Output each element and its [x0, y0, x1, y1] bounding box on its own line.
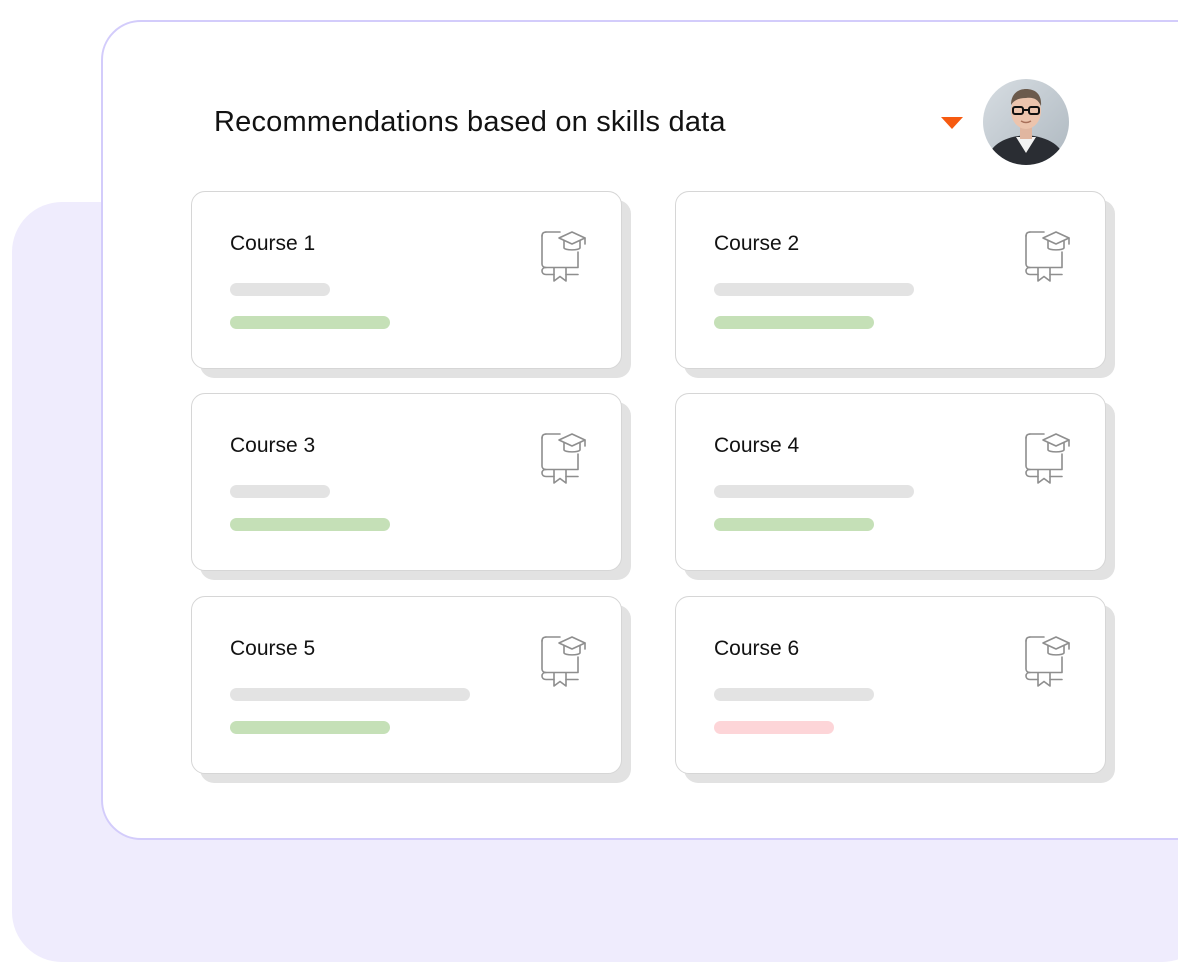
- certificate-graduation-icon: [540, 228, 590, 282]
- course-placeholder-bar: [714, 283, 914, 296]
- course-placeholder-bar: [714, 485, 914, 498]
- course-placeholder-bar: [230, 688, 470, 701]
- certificate-graduation-icon: [540, 633, 590, 687]
- course-card[interactable]: Course 4: [675, 393, 1106, 571]
- course-match-bar: [230, 721, 390, 734]
- certificate-graduation-icon: [540, 430, 590, 484]
- course-placeholder-bar: [230, 485, 330, 498]
- certificate-graduation-icon: [1024, 633, 1074, 687]
- user-avatar[interactable]: [983, 79, 1069, 165]
- course-match-bar: [230, 518, 390, 531]
- course-match-bar: [714, 518, 874, 531]
- course-title: Course 2: [714, 232, 800, 255]
- course-card[interactable]: Course 2: [675, 191, 1106, 369]
- course-title: Course 4: [714, 434, 800, 457]
- course-placeholder-bar: [230, 283, 330, 296]
- course-card[interactable]: Course 1: [191, 191, 622, 369]
- course-match-bar: [714, 721, 834, 734]
- certificate-graduation-icon: [1024, 228, 1074, 282]
- course-card[interactable]: Course 5: [191, 596, 622, 774]
- course-title: Course 1: [230, 232, 316, 255]
- course-title: Course 5: [230, 637, 316, 660]
- course-card[interactable]: Course 3: [191, 393, 622, 571]
- course-card[interactable]: Course 6: [675, 596, 1106, 774]
- course-placeholder-bar: [714, 688, 874, 701]
- page-title: Recommendations based on skills data: [214, 106, 726, 138]
- caret-down-icon[interactable]: [941, 117, 963, 129]
- course-match-bar: [230, 316, 390, 329]
- course-match-bar: [714, 316, 874, 329]
- course-title: Course 3: [230, 434, 316, 457]
- course-title: Course 6: [714, 637, 800, 660]
- certificate-graduation-icon: [1024, 430, 1074, 484]
